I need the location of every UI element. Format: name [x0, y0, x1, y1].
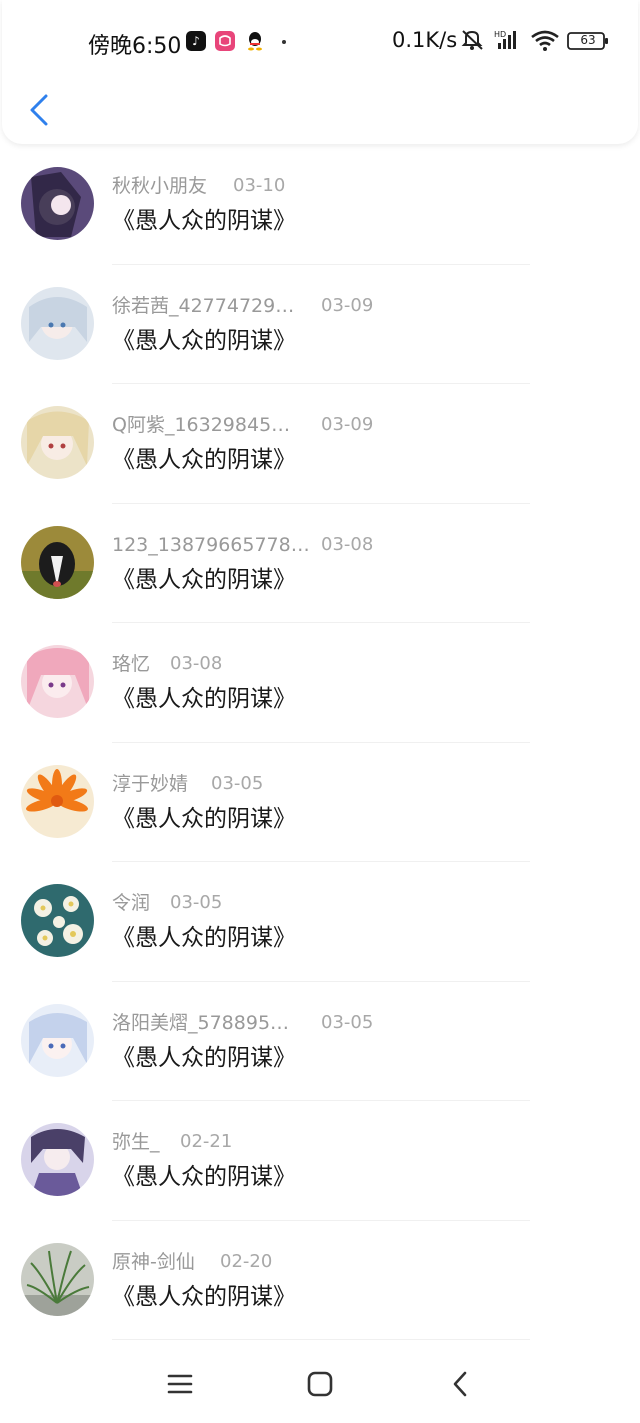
item-meta: Q阿紫_16329845… 03-09 [112, 412, 373, 438]
status-icons: HD 63 [460, 27, 610, 55]
svg-text:HD: HD [494, 30, 506, 39]
list-item[interactable]: 123_13879665778… 03-08 《愚人众的阴谋》 [0, 504, 640, 623]
network-speed: 0.1K/s [392, 28, 458, 52]
item-meta: 珞忆 03-08 [112, 651, 222, 677]
comment-date: 03-05 [211, 772, 264, 794]
item-meta: 令润 03-05 [112, 890, 222, 916]
username[interactable]: 珞忆 [112, 651, 150, 677]
username[interactable]: Q阿紫_16329845… [112, 412, 290, 438]
avatar[interactable] [21, 1123, 94, 1196]
comment-list: 秋秋小朋友 03-10 《愚人众的阴谋》 徐若茜_42774729… 03-09… [0, 145, 640, 1340]
tiktok-icon: ♪ [186, 31, 206, 51]
list-item[interactable]: 令润 03-05 《愚人众的阴谋》 [0, 862, 640, 982]
comment-date: 03-09 [321, 414, 374, 435]
comment-title[interactable]: 《愚人众的阴谋》 [112, 325, 296, 357]
notification-dot-icon [282, 40, 286, 44]
comment-title[interactable]: 《愚人众的阴谋》 [112, 1281, 296, 1313]
system-nav-bar [0, 1340, 640, 1423]
avatar[interactable] [21, 764, 94, 838]
status-bar: 傍晚6:50 ♪ 0.1K/s HD 63 [2, 0, 638, 82]
username[interactable]: 秋秋小朋友 [112, 173, 207, 199]
header-bar: 傍晚6:50 ♪ 0.1K/s HD 63 [2, 0, 638, 144]
comment-title[interactable]: 《愚人众的阴谋》 [112, 564, 296, 596]
comment-date: 02-21 [180, 1131, 233, 1152]
app-red-icon [215, 31, 235, 51]
list-item[interactable]: 弥生_ 02-21 《愚人众的阴谋》 [0, 1101, 640, 1221]
home-button[interactable] [300, 1366, 340, 1402]
list-item[interactable]: 原神-剑仙 02-20 《愚人众的阴谋》 [0, 1221, 640, 1340]
username[interactable]: 弥生_ [112, 1129, 160, 1155]
username[interactable]: 123_13879665778… [112, 532, 310, 558]
wifi-icon [531, 30, 559, 51]
comment-title[interactable]: 《愚人众的阴谋》 [112, 922, 296, 954]
username[interactable]: 淳于妙婧 [112, 771, 188, 797]
username[interactable]: 令润 [112, 890, 150, 916]
username[interactable]: 洛阳美熠_578895… [112, 1010, 289, 1036]
system-back-button[interactable] [440, 1366, 480, 1402]
comment-title[interactable]: 《愚人众的阴谋》 [112, 803, 296, 835]
item-meta: 洛阳美熠_578895… 03-05 [112, 1010, 373, 1036]
list-item[interactable]: 洛阳美熠_578895… 03-05 《愚人众的阴谋》 [0, 982, 640, 1101]
signal-icon: HD [494, 30, 516, 49]
avatar[interactable] [21, 406, 94, 479]
comment-date: 03-09 [321, 294, 374, 316]
list-item[interactable]: Q阿紫_16329845… 03-09 《愚人众的阴谋》 [0, 384, 640, 504]
menu-button[interactable] [160, 1366, 200, 1402]
avatar[interactable] [21, 286, 94, 360]
username[interactable]: 徐若茜_42774729… [112, 293, 294, 319]
list-item[interactable]: 徐若茜_42774729… 03-09 《愚人众的阴谋》 [0, 265, 640, 384]
menu-icon [167, 1374, 193, 1394]
item-meta: 淳于妙婧 03-05 [112, 771, 263, 797]
battery-level: 63 [580, 33, 596, 47]
avatar[interactable] [21, 525, 94, 599]
comment-date: 03-08 [321, 533, 374, 555]
comment-date: 03-05 [170, 892, 223, 913]
list-item[interactable]: 淳于妙婧 03-05 《愚人众的阴谋》 [0, 743, 640, 862]
item-meta: 123_13879665778… 03-08 [112, 532, 373, 558]
avatar[interactable] [21, 167, 94, 240]
back-triangle-icon [453, 1371, 467, 1397]
list-item[interactable]: 珞忆 03-08 《愚人众的阴谋》 [0, 623, 640, 743]
comment-title[interactable]: 《愚人众的阴谋》 [112, 1042, 296, 1074]
comment-date: 03-08 [170, 653, 223, 674]
item-meta: 原神-剑仙 02-20 [112, 1249, 272, 1275]
comment-title[interactable]: 《愚人众的阴谋》 [112, 444, 296, 476]
item-meta: 徐若茜_42774729… 03-09 [112, 293, 373, 319]
status-time: 傍晚6:50 [88, 34, 182, 59]
mute-icon [461, 30, 483, 50]
comment-date: 02-20 [220, 1250, 273, 1272]
chevron-left-icon [30, 94, 48, 126]
item-meta: 弥生_ 02-21 [112, 1129, 232, 1155]
avatar[interactable] [21, 1242, 94, 1316]
avatar[interactable] [21, 884, 94, 957]
qq-icon [245, 31, 265, 51]
list-item[interactable]: 秋秋小朋友 03-10 《愚人众的阴谋》 [0, 145, 640, 265]
comment-title[interactable]: 《愚人众的阴谋》 [112, 205, 296, 237]
comment-date: 03-05 [321, 1011, 374, 1033]
comment-date: 03-10 [233, 175, 286, 196]
comment-title[interactable]: 《愚人众的阴谋》 [112, 683, 296, 715]
item-meta: 秋秋小朋友 03-10 [112, 173, 285, 199]
home-square-icon [307, 1371, 333, 1397]
avatar[interactable] [21, 645, 94, 718]
avatar[interactable] [21, 1003, 94, 1077]
username[interactable]: 原神-剑仙 [112, 1249, 195, 1275]
back-button[interactable] [22, 90, 56, 130]
comment-title[interactable]: 《愚人众的阴谋》 [112, 1161, 296, 1193]
